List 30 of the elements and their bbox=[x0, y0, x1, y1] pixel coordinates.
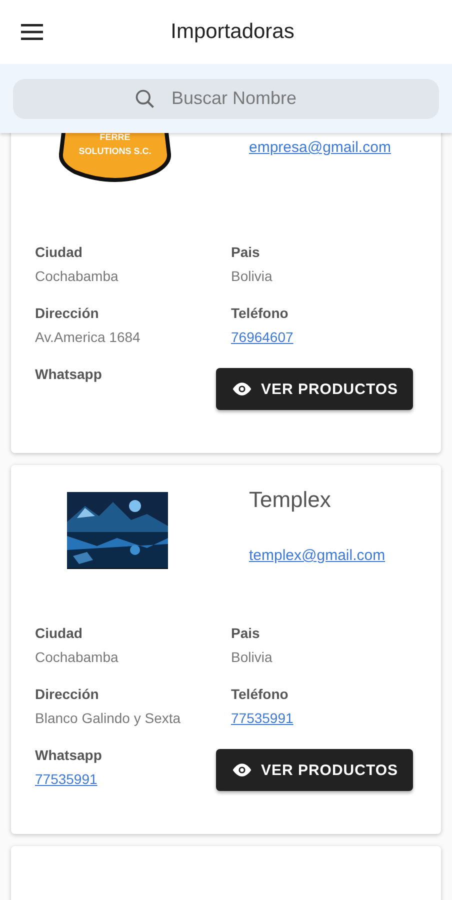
field-value: Bolivia bbox=[231, 648, 272, 667]
field-value: Cochabamba bbox=[35, 267, 118, 286]
phone-link[interactable]: 77535991 bbox=[35, 767, 98, 791]
field-label: Pais bbox=[231, 624, 260, 643]
search-field[interactable]: Buscar Nombre bbox=[13, 78, 439, 118]
menu-icon[interactable] bbox=[21, 24, 43, 40]
field-value: Cochabamba bbox=[35, 648, 118, 667]
field-label: Dirección bbox=[35, 304, 99, 323]
company-name: Templex bbox=[249, 486, 332, 514]
field-label: Pais bbox=[231, 243, 260, 262]
view-products-button[interactable]: VER PRODUCTOS bbox=[216, 368, 413, 410]
view-products-button[interactable]: VER PRODUCTOS bbox=[216, 749, 413, 791]
eye-icon bbox=[230, 381, 253, 397]
field-label: Whatsapp bbox=[35, 746, 102, 765]
field-value: Blanco Galindo y Sexta bbox=[35, 709, 181, 728]
field-label: Whatsapp bbox=[35, 365, 102, 384]
field-label: Dirección bbox=[35, 685, 99, 704]
search-icon bbox=[134, 88, 156, 110]
field-label: Ciudad bbox=[35, 624, 82, 643]
field-label: Teléfono bbox=[231, 685, 288, 704]
field-value: Av.America 1684 bbox=[35, 328, 140, 347]
phone-link[interactable]: 76964607 bbox=[231, 325, 294, 349]
field-value: Bolivia bbox=[231, 267, 272, 286]
eye-icon bbox=[230, 762, 253, 778]
email-link[interactable]: templex@gmail.com bbox=[249, 547, 386, 564]
page-title: Importadoras bbox=[170, 20, 296, 44]
phone-link[interactable]: 77535991 bbox=[231, 706, 294, 730]
field-label: Teléfono bbox=[231, 304, 288, 323]
field-label: Ciudad bbox=[35, 243, 82, 262]
email-link[interactable]: empresa@gmail.com bbox=[249, 139, 391, 156]
